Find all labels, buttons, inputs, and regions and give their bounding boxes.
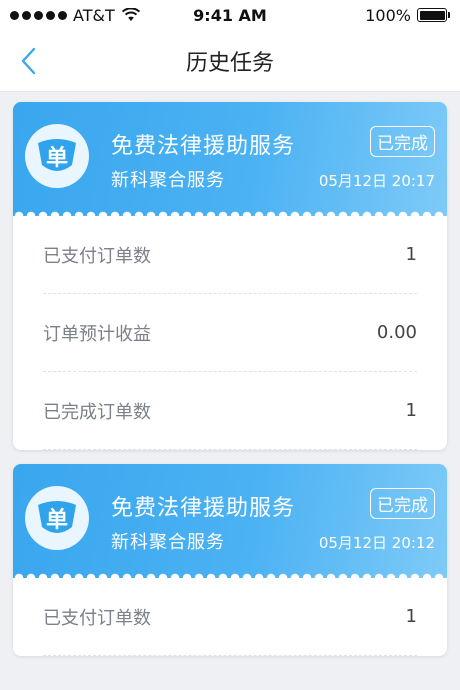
- navigation-bar: 历史任务: [0, 30, 460, 92]
- stat-row-completed-orders: 已完成订单数 1: [43, 372, 417, 450]
- stat-value: 1: [405, 244, 417, 265]
- dan-badge-icon: 单: [38, 501, 76, 533]
- task-card[interactable]: 单 免费法律援助服务 新科聚合服务 已完成 05月12日 20:12 已支付订单…: [13, 464, 447, 656]
- logo-text: 单: [46, 146, 68, 171]
- stat-label: 已完成订单数: [43, 401, 151, 423]
- status-badge: 已完成: [370, 126, 435, 157]
- signal-strength-icon: [10, 10, 67, 20]
- stat-label: 已支付订单数: [43, 607, 151, 629]
- task-history-list: 单 免费法律援助服务 新科聚合服务 已完成 05月12日 20:17 已支付订单…: [0, 92, 460, 656]
- status-bar: AT&T 9:41 AM 100%: [0, 0, 460, 30]
- task-card-header: 单 免费法律援助服务 新科聚合服务 已完成 05月12日 20:17: [13, 102, 447, 216]
- battery-percent: 100%: [365, 5, 411, 25]
- task-time: 05月12日 20:12: [318, 534, 435, 552]
- status-right: 100%: [365, 6, 450, 25]
- stat-value: 0.00: [376, 322, 417, 343]
- ticket-edge: [13, 570, 447, 578]
- task-title: 免费法律援助服务: [111, 134, 296, 159]
- task-time: 05月12日 20:17: [318, 172, 435, 190]
- wifi-icon: [121, 8, 140, 21]
- task-logo-icon: 单: [25, 124, 89, 188]
- ticket-edge: [13, 208, 447, 216]
- stat-row-paid-orders: 已支付订单数 1: [43, 578, 417, 656]
- stat-label: 订单预计收益: [43, 323, 151, 345]
- stat-label: 已支付订单数: [43, 245, 151, 267]
- status-left: AT&T: [10, 6, 141, 25]
- back-button[interactable]: [14, 43, 42, 79]
- stat-value: 1: [405, 400, 417, 421]
- task-subtitle: 新科聚合服务: [111, 170, 225, 191]
- chevron-left-icon: [21, 47, 36, 74]
- stat-value: 1: [405, 606, 417, 627]
- dan-badge-icon: 单: [38, 139, 76, 171]
- logo-text: 单: [46, 508, 68, 533]
- status-badge: 已完成: [370, 488, 435, 519]
- stat-row-paid-orders: 已支付订单数 1: [43, 216, 417, 294]
- carrier-label: AT&T: [73, 5, 115, 25]
- task-card-body: 已支付订单数 1 订单预计收益 0.00 已完成订单数 1: [13, 216, 447, 450]
- task-card[interactable]: 单 免费法律援助服务 新科聚合服务 已完成 05月12日 20:17 已支付订单…: [13, 102, 447, 450]
- task-card-header: 单 免费法律援助服务 新科聚合服务 已完成 05月12日 20:12: [13, 464, 447, 578]
- task-subtitle: 新科聚合服务: [111, 532, 225, 553]
- battery-icon: [417, 8, 450, 22]
- stat-row-estimated-income: 订单预计收益 0.00: [43, 294, 417, 372]
- task-logo-icon: 单: [25, 486, 89, 550]
- task-card-body: 已支付订单数 1: [13, 578, 447, 656]
- page-title: 历史任务: [185, 50, 274, 76]
- task-title: 免费法律援助服务: [111, 496, 296, 521]
